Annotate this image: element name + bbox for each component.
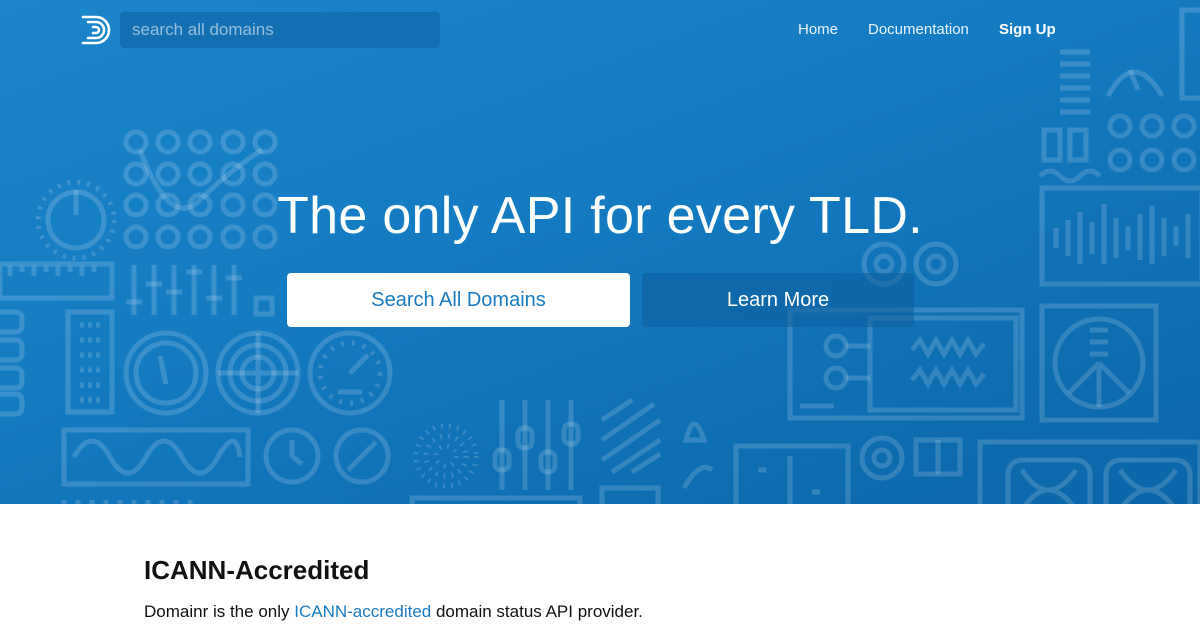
top-navigation-bar: Home Documentation Sign Up (0, 0, 1200, 60)
dotted-sphere-icon (413, 423, 479, 489)
domainr-logo-icon[interactable] (80, 14, 112, 46)
switch-panel-icon (0, 309, 115, 417)
gauge-icon (123, 330, 393, 416)
section-paragraph: Domainr is the only ICANN-accredited dom… (144, 602, 643, 622)
paragraph-text-end: domain status API provider. (431, 602, 643, 621)
paragraph-text-start: Domainr is the only (144, 602, 295, 621)
slider-icon (126, 265, 242, 315)
equalizer-icon (492, 400, 581, 490)
waveform-icon (61, 427, 251, 487)
radar-dial-icon (1039, 303, 1159, 423)
hero-headline: The only API for every TLD. (277, 187, 923, 245)
hatch-icon (600, 397, 714, 490)
nav-home-link[interactable]: Home (798, 21, 838, 38)
hero-section: Home Documentation Sign Up The only API … (0, 0, 1200, 504)
section-title: ICANN-Accredited (144, 555, 370, 585)
search-all-domains-button[interactable]: Search All Domains (287, 273, 630, 327)
clock-icon (263, 427, 391, 485)
nav-documentation-link[interactable]: Documentation (868, 21, 969, 38)
icann-accredited-link[interactable]: ICANN-accredited (294, 602, 431, 621)
nav-signup-link[interactable]: Sign Up (999, 21, 1056, 38)
ruler-icon (0, 261, 115, 301)
learn-more-button[interactable]: Learn More (642, 273, 914, 327)
hero-background-art (0, 7, 1200, 504)
search-input[interactable] (120, 12, 440, 48)
